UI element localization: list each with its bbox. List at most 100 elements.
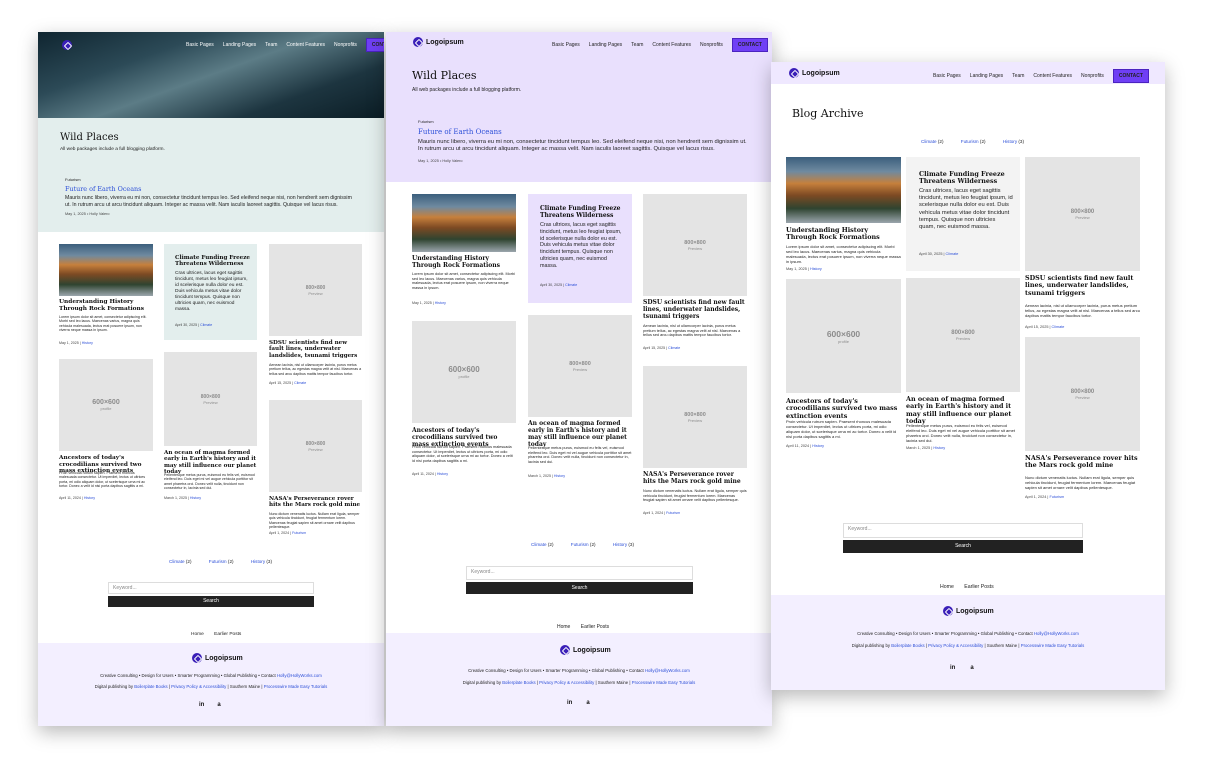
category-link[interactable]: Climate xyxy=(1052,325,1065,329)
footer-logo[interactable]: Logoipsum xyxy=(192,653,243,663)
nav-item-landing-pages[interactable]: Landing Pages xyxy=(589,42,622,48)
nav-item-content-features[interactable]: Content Features xyxy=(1033,73,1072,79)
category-item-futurism[interactable]: Futurism (2) xyxy=(961,139,994,144)
category-link[interactable]: History xyxy=(435,301,446,305)
nav-item-basic-pages[interactable]: Basic Pages xyxy=(186,42,214,48)
category-link[interactable]: History xyxy=(933,446,945,450)
category-link[interactable]: Futurism xyxy=(1049,495,1064,499)
post-title-magma[interactable]: An ocean of magma formed early in Earth'… xyxy=(528,420,632,449)
category-link[interactable]: History xyxy=(812,444,824,448)
category-link[interactable]: History xyxy=(84,496,95,500)
footer-link-boilerplate[interactable]: Boilerplate Books xyxy=(891,643,924,648)
pagination-home-link[interactable]: Home xyxy=(940,584,954,590)
category-item-climate[interactable]: Climate (2) xyxy=(169,559,199,564)
pagination-home-link[interactable]: Home xyxy=(557,624,570,630)
post-image-history[interactable] xyxy=(786,157,901,223)
placeholder-image-sdsu[interactable]: 800×800 Preview xyxy=(269,244,362,336)
category-item-climate[interactable]: Climate (2) xyxy=(921,139,951,144)
nav-item-content-features[interactable]: Content Features xyxy=(286,42,325,48)
amazon-icon[interactable]: a xyxy=(586,700,589,706)
placeholder-image-magma[interactable]: 800×800 Preview xyxy=(528,315,632,417)
category-link[interactable]: History xyxy=(1003,139,1017,144)
category-link[interactable]: Climate xyxy=(200,323,212,327)
category-link[interactable]: History xyxy=(82,341,93,345)
placeholder-image-croc[interactable]: 600×600 profile xyxy=(59,359,153,451)
search-input[interactable]: Keyword... xyxy=(466,566,693,580)
post-title-nasa[interactable]: NASA's Perseverance rover hits the Mars … xyxy=(1025,454,1140,470)
post-title-sdsu[interactable]: SDSU scientists find new fault lines, un… xyxy=(269,340,362,359)
category-link[interactable]: History xyxy=(190,496,201,500)
placeholder-image-croc[interactable]: 600×600 profile xyxy=(412,321,516,423)
post-title-history[interactable]: Understanding History Through Rock Forma… xyxy=(412,255,516,270)
category-link[interactable]: Climate xyxy=(294,381,306,385)
placeholder-image-sdsu[interactable]: 800×800 Preview xyxy=(1025,157,1140,271)
footer-link-privacy[interactable]: Privacy Policy & Accessibility xyxy=(539,680,594,685)
category-link[interactable]: Futurism xyxy=(666,511,680,515)
post-image-history[interactable] xyxy=(412,194,516,252)
footer-link-privacy[interactable]: Privacy Policy & Accessibility xyxy=(171,684,226,689)
linkedin-icon[interactable]: in xyxy=(199,702,204,708)
footer-link-privacy[interactable]: Privacy Policy & Accessibility xyxy=(928,643,983,648)
footer-logo[interactable]: Logoipsum xyxy=(943,606,994,616)
footer-link-tutorials[interactable]: Processwire Made Easy Tutorials xyxy=(1021,643,1085,648)
footer-link-tutorials[interactable]: Processwire Made Easy Tutorials xyxy=(264,684,328,689)
post-title-magma[interactable]: An ocean of magma formed early in Earth'… xyxy=(164,450,257,476)
post-title-climate[interactable]: Climate Funding Freeze Threatens Wildern… xyxy=(540,205,624,220)
nav-item-content-features[interactable]: Content Features xyxy=(652,42,691,48)
post-title-nasa[interactable]: NASA's Perseverance rover hits the Mars … xyxy=(643,471,747,486)
search-button[interactable]: Search xyxy=(843,540,1083,553)
category-link[interactable]: Futurism xyxy=(292,531,306,535)
category-link[interactable]: History xyxy=(554,474,565,478)
post-title-magma[interactable]: An ocean of magma formed early in Earth'… xyxy=(906,395,1020,425)
amazon-icon[interactable]: a xyxy=(217,702,220,708)
contact-button[interactable]: CONTACT xyxy=(1112,69,1149,83)
contact-button[interactable]: CONTACT xyxy=(365,38,384,52)
footer-email-link[interactable]: Holly@HollyWorks.com xyxy=(277,673,322,678)
nav-item-basic-pages[interactable]: Basic Pages xyxy=(933,73,961,79)
linkedin-icon[interactable]: in xyxy=(567,700,572,706)
linkedin-icon[interactable]: in xyxy=(950,665,955,671)
category-item-futurism[interactable]: Futurism (2) xyxy=(209,559,242,564)
post-title-croc[interactable]: Ancestors of today's crocodilians surviv… xyxy=(786,397,901,420)
category-item-history[interactable]: History (3) xyxy=(251,559,280,564)
category-link[interactable]: History xyxy=(613,542,627,547)
category-item-history[interactable]: History (3) xyxy=(613,542,642,547)
category-link[interactable]: Climate xyxy=(921,139,937,144)
nav-item-team[interactable]: Team xyxy=(265,42,277,48)
search-input[interactable]: Keyword... xyxy=(843,523,1083,538)
post-title-climate[interactable]: Climate Funding Freeze Threatens Wildern… xyxy=(919,170,1013,186)
post-image-history[interactable] xyxy=(59,244,153,296)
featured-title-link[interactable]: Future of Earth Oceans xyxy=(65,185,141,193)
site-logo[interactable]: Logoipsum xyxy=(789,68,840,78)
post-title-nasa[interactable]: NASA's Perseverance rover hits the Mars … xyxy=(269,496,362,509)
category-item-climate[interactable]: Climate (2) xyxy=(531,542,561,547)
category-link[interactable]: Futurism xyxy=(571,542,589,547)
placeholder-image-magma[interactable]: 800×800 Preview xyxy=(164,352,257,446)
post-title-sdsu[interactable]: SDSU scientists find new fault lines, un… xyxy=(1025,274,1140,297)
category-link[interactable]: Climate xyxy=(531,542,547,547)
placeholder-image-nasa[interactable]: 800×800 Preview xyxy=(643,366,747,468)
nav-item-basic-pages[interactable]: Basic Pages xyxy=(552,42,580,48)
pagination-earlier-link[interactable]: Earlier Posts xyxy=(581,624,609,630)
category-link[interactable]: Climate xyxy=(668,346,680,350)
placeholder-image-nasa[interactable]: 800×800 Preview xyxy=(269,400,362,492)
pagination-earlier-link[interactable]: Earlier Posts xyxy=(214,632,241,637)
search-input[interactable]: Keyword... xyxy=(108,582,314,594)
featured-title-link[interactable]: Future of Earth Oceans xyxy=(418,128,502,136)
footer-logo[interactable]: Logoipsum xyxy=(560,645,611,655)
nav-item-nonprofits[interactable]: Nonprofits xyxy=(1081,73,1104,79)
category-item-futurism[interactable]: Futurism (2) xyxy=(571,542,604,547)
nav-item-team[interactable]: Team xyxy=(1012,73,1024,79)
placeholder-image-magma[interactable]: 800×800 Preview xyxy=(906,278,1020,392)
logo-icon[interactable] xyxy=(62,37,72,55)
search-button[interactable]: Search xyxy=(108,596,314,607)
footer-email-link[interactable]: Holly@HollyWorks.com xyxy=(1034,631,1079,636)
footer-link-boilerplate[interactable]: Boilerplate Books xyxy=(502,680,535,685)
pagination-home-link[interactable]: Home xyxy=(191,632,204,637)
nav-item-landing-pages[interactable]: Landing Pages xyxy=(970,73,1003,79)
category-link[interactable]: Futurism xyxy=(209,559,227,564)
nav-item-team[interactable]: Team xyxy=(631,42,643,48)
category-link[interactable]: Climate xyxy=(169,559,185,564)
site-logo[interactable]: Logoipsum xyxy=(413,37,464,47)
placeholder-image-croc[interactable]: 600×600 profile xyxy=(786,279,901,393)
